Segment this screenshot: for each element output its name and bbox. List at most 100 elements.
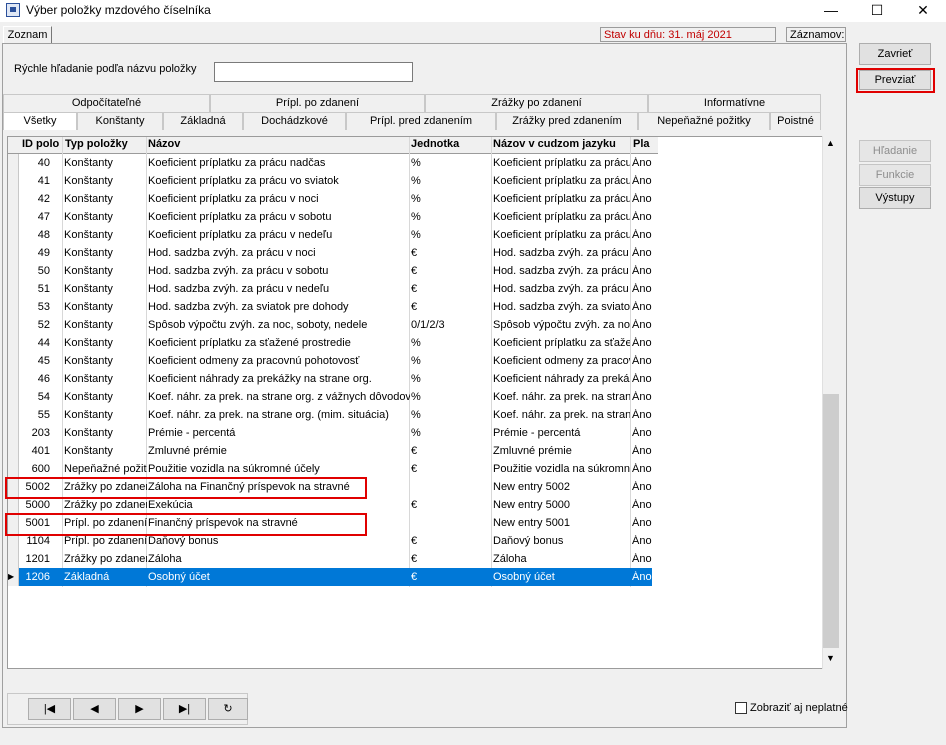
- vertical-scrollbar[interactable]: ▲ ▼: [822, 136, 839, 669]
- cell-id: 50: [37, 265, 50, 277]
- tab-zoznam[interactable]: Zoznam: [3, 26, 52, 44]
- cell-jed: %: [411, 355, 421, 367]
- col-nazov[interactable]: Názov: [148, 138, 410, 150]
- close-button[interactable]: ✕: [900, 0, 946, 22]
- tab-zrazky-po-zdaneni[interactable]: Zrážky po zdanení: [425, 94, 648, 112]
- cell-typ: Konštanty: [64, 373, 113, 385]
- table-row[interactable]: 50 Konštanty Hod. sadzba zvýh. za prácu v …: [8, 262, 652, 280]
- scroll-down-icon[interactable]: ▼: [826, 653, 835, 663]
- cell-nazov: Osobný účet: [148, 571, 210, 583]
- table-row[interactable]: 47 Konštanty Koeficient príplatku za prácu…: [8, 208, 652, 226]
- cell-jed: €: [411, 283, 418, 295]
- cell-id: 401: [31, 445, 50, 457]
- prevziat-button[interactable]: Prevziať: [859, 70, 931, 90]
- table-row[interactable]: 1201 Zrážky po zdanen Záloha € Záloha Áno: [8, 550, 652, 568]
- cell-cudzi: Koeficient príplatku za prácu: [493, 157, 630, 169]
- cell-jed: %: [411, 409, 421, 421]
- col-id[interactable]: ID polo: [22, 138, 62, 150]
- cell-id: 42: [37, 193, 50, 205]
- tab-zakladna[interactable]: Základná: [163, 112, 243, 130]
- table-row[interactable]: 49 Konštanty Hod. sadzba zvýh. za prácu v …: [8, 244, 652, 262]
- col-pla[interactable]: Pla: [633, 138, 653, 150]
- cell-pla: Áno: [632, 175, 652, 187]
- col-cudzi[interactable]: Názov v cudzom jazyku: [493, 138, 630, 150]
- tab-pripl-pred-zdanenim[interactable]: Prípl. pred zdanením: [346, 112, 496, 130]
- cell-pla: Áno: [632, 409, 652, 421]
- cell-jed: €: [411, 445, 418, 457]
- next-record-button[interactable]: ▶: [118, 698, 161, 720]
- table-row[interactable]: 203 Konštanty Prémie - percentá% Prémie - p…: [8, 424, 652, 442]
- scroll-thumb[interactable]: [823, 394, 839, 648]
- stav-date: Stav ku dňu: 31. máj 2021: [600, 27, 776, 42]
- cell-pla: Áno: [632, 247, 652, 259]
- cell-id: 1104: [26, 535, 50, 547]
- cell-cudzi: Koeficient príplatku za prácu: [493, 175, 630, 187]
- tab-nepenazne-pozitky[interactable]: Nepeňažné požitky: [638, 112, 770, 130]
- cell-nazov: Spôsob výpočtu zvýh. za noc, soboty, ned…: [148, 319, 368, 331]
- show-invalid-checkbox[interactable]: [735, 702, 747, 714]
- cell-nazov: Zmluvné prémie: [148, 445, 227, 457]
- table-row[interactable]: 48 Konštanty Koeficient príplatku za prácu…: [8, 226, 652, 244]
- table-row[interactable]: 600 Nepeňažné požit Použitie vozidla na sú…: [8, 460, 652, 478]
- vystupy-button[interactable]: Výstupy: [859, 187, 931, 209]
- tab-pripl-po-zdaneni[interactable]: Prípl. po zdanení: [210, 94, 425, 112]
- table-row[interactable]: 41 Konštanty Koeficient príplatku za prácu…: [8, 172, 652, 190]
- cell-pla: Áno: [632, 193, 652, 205]
- tab-zrazky-pred-zdanenim[interactable]: Zrážky pred zdanením: [496, 112, 638, 130]
- last-record-button[interactable]: ▶|: [163, 698, 206, 720]
- tab-odpocitatelne[interactable]: Odpočítateľné: [3, 94, 210, 112]
- cell-jed: €: [411, 301, 418, 313]
- cell-nazov: Exekúcia: [148, 499, 193, 511]
- table-row[interactable]: 46 Konštanty Koeficient náhrady za prekážk…: [8, 370, 652, 388]
- cell-nazov: Záloha: [148, 553, 182, 565]
- maximize-button[interactable]: ☐: [854, 0, 900, 22]
- table-row[interactable]: 44 Konštanty Koeficient príplatku za sťaže…: [8, 334, 652, 352]
- tab-vsetky[interactable]: Všetky: [3, 112, 77, 130]
- cell-typ: Konštanty: [64, 283, 113, 295]
- cell-id: 1201: [25, 553, 50, 565]
- col-typ[interactable]: Typ položky: [65, 138, 145, 150]
- funkcie-button[interactable]: Funkcie: [859, 164, 931, 186]
- tab-dochadzkove[interactable]: Dochádzkové: [243, 112, 346, 130]
- cell-typ: Základná: [64, 571, 110, 583]
- cell-id: 45: [37, 355, 50, 367]
- cell-typ: Konštanty: [64, 157, 113, 169]
- table-row[interactable]: 40 Konštanty Koeficient príplatku za prácu…: [8, 154, 652, 172]
- cell-pla: Áno: [632, 463, 652, 475]
- scroll-up-icon[interactable]: ▲: [826, 138, 835, 148]
- search-input[interactable]: [214, 62, 413, 82]
- table-row[interactable]: 52 Konštanty Spôsob výpočtu zvýh. za noc, …: [8, 316, 652, 334]
- tab-poistne[interactable]: Poistné: [770, 112, 821, 130]
- table-row[interactable]: ▶ 1206 Základná Osobný účet € Osobný účet Áno: [8, 568, 652, 586]
- table-row[interactable]: 54 Konštanty Koef. náhr. za prek. na stran…: [8, 388, 652, 406]
- hladanie-button[interactable]: Hľadanie: [859, 140, 931, 162]
- table-row[interactable]: 55 Konštanty Koef. náhr. za prek. na stran…: [8, 406, 652, 424]
- prev-record-button[interactable]: ◀: [73, 698, 116, 720]
- table-row[interactable]: 53 Konštanty Hod. sadzba zvýh. za sviatok …: [8, 298, 652, 316]
- col-jednotka[interactable]: Jednotka: [411, 138, 491, 150]
- cell-nazov: Hod. sadzba zvýh. za sviatok pre dohody: [148, 301, 349, 313]
- cell-jed: %: [411, 337, 421, 349]
- cell-nazov: Koef. náhr. za prek. na strane org. (mim…: [148, 409, 389, 421]
- table-row[interactable]: 45 Konštanty Koeficient odmeny za pracovnú…: [8, 352, 652, 370]
- cell-typ: Konštanty: [64, 355, 113, 367]
- tab-row-2: Všetky Konštanty Základná Dochádzkové Pr…: [3, 112, 821, 130]
- table-row[interactable]: 42 Konštanty Koeficient príplatku za prácu…: [8, 190, 652, 208]
- table-row[interactable]: 401 Konštanty Zmluvné prémie € Zmluvné prémi…: [8, 442, 652, 460]
- tab-konstanty[interactable]: Konštanty: [77, 112, 163, 130]
- minimize-button[interactable]: —: [808, 0, 854, 22]
- cell-cudzi: Koeficient príplatku za prácu: [493, 193, 630, 205]
- cell-typ: Konštanty: [64, 445, 113, 457]
- cell-cudzi: Hod. sadzba zvýh. za sviatok: [493, 301, 630, 313]
- refresh-button[interactable]: ↻: [208, 698, 248, 720]
- cell-typ: Konštanty: [64, 337, 113, 349]
- cell-jed: %: [411, 427, 421, 439]
- cell-id: 46: [37, 373, 50, 385]
- first-record-button[interactable]: |◀: [28, 698, 71, 720]
- zavriet-button[interactable]: Zavrieť: [859, 43, 931, 65]
- cell-cudzi: Záloha: [493, 553, 527, 565]
- cell-pla: Áno: [632, 319, 652, 331]
- table-row[interactable]: 51 Konštanty Hod. sadzba zvýh. za prácu v …: [8, 280, 652, 298]
- tab-informativne[interactable]: Informatívne: [648, 94, 821, 112]
- cell-jed: %: [411, 373, 421, 385]
